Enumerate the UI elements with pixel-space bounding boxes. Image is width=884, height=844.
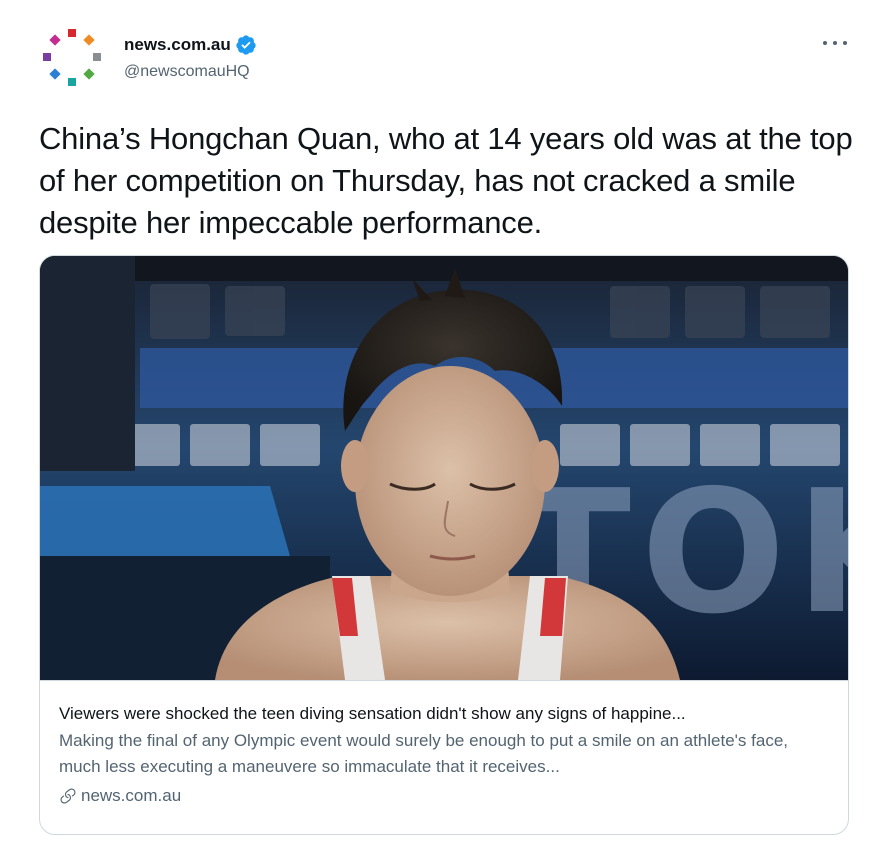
card-domain-row: news.com.au [59, 786, 831, 806]
more-dot-icon [843, 41, 847, 45]
link-card[interactable]: TOKY Vie [39, 255, 849, 835]
card-description: Making the final of any Olympic event wo… [59, 731, 788, 776]
card-title: Viewers were shocked the teen diving sen… [59, 704, 686, 723]
more-options-button[interactable] [820, 36, 850, 50]
card-domain[interactable]: news.com.au [81, 786, 181, 806]
newscomau-logo-icon [43, 29, 101, 86]
more-dot-icon [823, 41, 827, 45]
link-icon [60, 788, 76, 804]
avatar[interactable] [37, 26, 105, 94]
more-dot-icon [833, 41, 837, 45]
handle[interactable]: @newscomauHQ [124, 63, 257, 81]
author-info: news.com.au @newscomauHQ [124, 33, 257, 81]
verified-badge-icon [236, 35, 256, 55]
tweet[interactable]: news.com.au @newscomauHQ China’s Hongcha… [0, 0, 884, 844]
card-info[interactable]: Viewers were shocked the teen diving sen… [40, 680, 848, 834]
tweet-text: China’s Hongchan Quan, who at 14 years o… [39, 121, 853, 240]
display-name[interactable]: news.com.au [124, 35, 231, 55]
name-row: news.com.au [124, 33, 257, 57]
card-image[interactable]: TOKY [40, 256, 849, 680]
